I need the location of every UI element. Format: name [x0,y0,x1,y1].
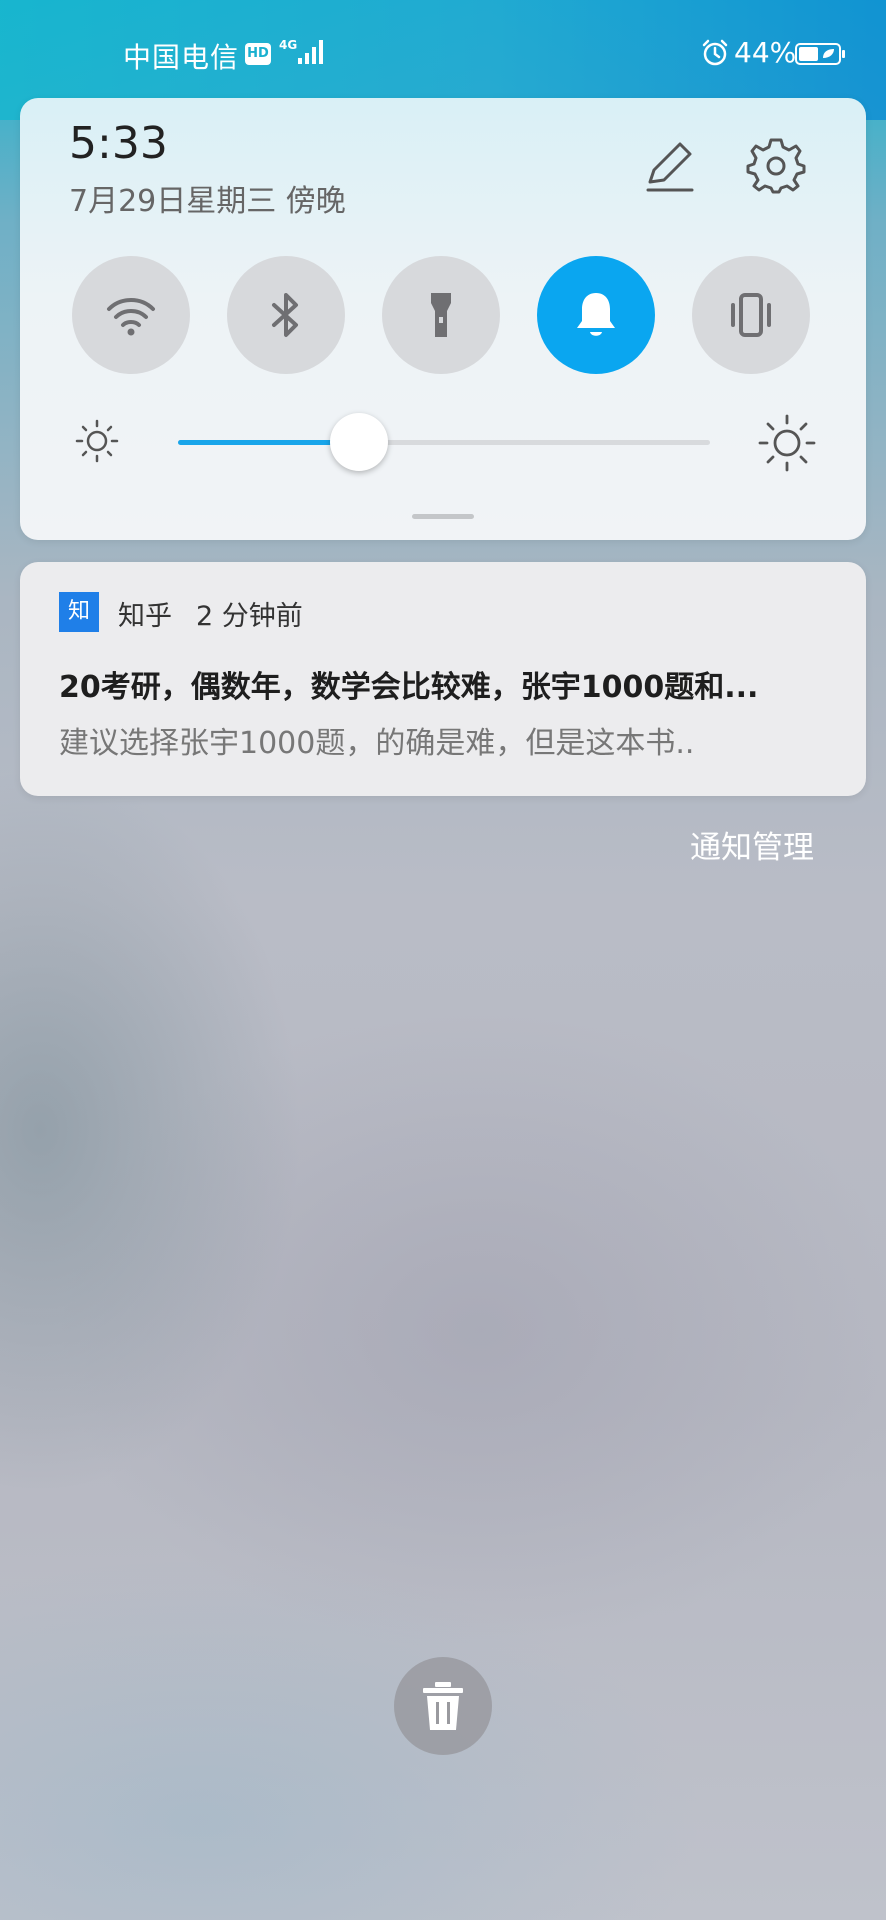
bluetooth-icon [272,293,298,337]
trash-icon [423,1682,463,1730]
sound-toggle[interactable] [537,256,655,374]
zhihu-app-icon: 知 [59,592,99,632]
flashlight-icon [431,293,451,337]
brightness-low-icon [75,419,119,463]
status-bar: 中国电信 HD 4G 44% [0,0,886,100]
clock-time: 5:33 [69,118,168,169]
vibrate-icon [731,293,771,337]
notification-time: 2 分钟前 [196,601,303,632]
signal-icon [298,40,323,64]
flashlight-toggle[interactable] [382,256,500,374]
carrier-name: 中国电信 [123,41,240,74]
quick-settings-panel: 5:33 7月29日星期三 傍晚 [20,98,866,540]
notification-title: 20考研，偶数年，数学会比较难，张宇1000题和... [59,670,759,705]
gear-icon[interactable] [746,136,806,196]
wifi-toggle[interactable] [72,256,190,374]
clear-all-button[interactable] [394,1657,492,1755]
vibrate-toggle[interactable] [692,256,810,374]
brightness-slider-thumb[interactable] [329,413,388,471]
battery-percent: 44% [734,36,797,69]
network-type: 4G [279,38,298,52]
hd-badge: HD [245,43,271,65]
bluetooth-toggle[interactable] [227,256,345,374]
notification-manage-link[interactable]: 通知管理 [690,822,814,867]
bell-icon [577,293,615,336]
brightness-slider[interactable] [178,413,710,471]
pencil-icon[interactable] [640,138,698,196]
panel-drag-handle[interactable] [412,514,474,519]
alarm-icon [702,39,728,66]
wifi-icon [107,298,155,336]
notification-body: 建议选择张宇1000题，的确是难，但是这本书.. [59,726,695,761]
battery-icon [795,43,845,65]
brightness-high-icon [758,414,816,472]
notification-app-name: 知乎 [118,601,172,632]
notification-card[interactable]: 知 知乎 2 分钟前 20考研，偶数年，数学会比较难，张宇1000题和... 建… [20,562,866,796]
clock-date: 7月29日星期三 傍晚 [69,184,346,219]
